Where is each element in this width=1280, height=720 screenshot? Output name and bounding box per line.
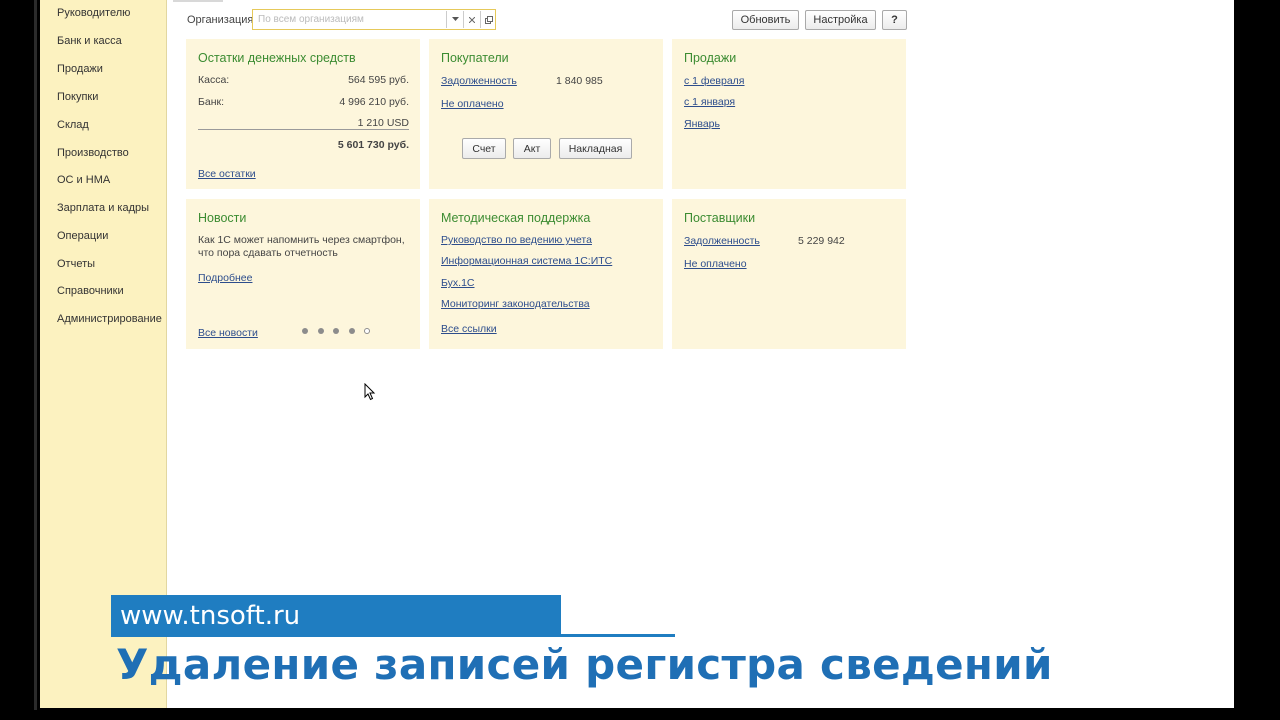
banner-underline — [561, 634, 675, 637]
panel-title: Покупатели — [441, 51, 509, 65]
news-page-dot[interactable] — [349, 328, 355, 334]
sales-panel: Продажи с 1 февраля с 1 января Январь — [672, 39, 906, 189]
organization-input[interactable] — [256, 12, 446, 27]
suppliers-unpaid-link[interactable]: Не оплачено — [684, 258, 747, 270]
suppliers-debt-link[interactable]: Задолженность — [684, 235, 760, 247]
sidebar-item-purchases[interactable]: Покупки — [57, 91, 98, 103]
news-more-link[interactable]: Подробнее — [198, 272, 252, 284]
sales-since-jan-link[interactable]: с 1 января — [684, 96, 735, 108]
panel-title: Продажи — [684, 51, 737, 65]
news-page-dot[interactable] — [333, 328, 339, 334]
sidebar-item-sales[interactable]: Продажи — [57, 63, 103, 75]
legislation-monitoring-link[interactable]: Мониторинг законодательства — [441, 298, 590, 310]
sidebar-item-bank-cash[interactable]: Банк и касса — [57, 35, 122, 47]
its-system-link[interactable]: Информационная система 1С:ИТС — [441, 255, 612, 267]
buh1c-link[interactable]: Бух.1С — [441, 277, 475, 289]
total-divider — [198, 129, 409, 130]
sidebar-item-fixed-assets[interactable]: ОС и НМА — [57, 174, 110, 186]
sidebar-item-payroll[interactable]: Зарплата и кадры — [57, 202, 149, 214]
organization-label: Организация: — [187, 14, 257, 26]
customers-unpaid-link[interactable]: Не оплачено — [441, 98, 504, 110]
panel-title: Методическая поддержка — [441, 211, 591, 225]
open-window-icon[interactable] — [480, 11, 497, 28]
all-balances-link[interactable]: Все остатки — [198, 168, 256, 180]
customers-debt-link[interactable]: Задолженность — [441, 75, 517, 87]
organization-field — [252, 9, 496, 30]
sidebar-item-warehouse[interactable]: Склад — [57, 119, 89, 131]
sidebar-item-administration[interactable]: Администрирование — [57, 313, 162, 325]
sidebar-item-manager[interactable]: Руководителю — [57, 7, 130, 19]
panel-title: Поставщики — [684, 211, 756, 225]
sidebar-item-operations[interactable]: Операции — [57, 230, 108, 242]
news-panel: Новости Как 1С может напомнить через сма… — [186, 199, 420, 349]
sales-since-feb-link[interactable]: с 1 февраля — [684, 75, 744, 87]
panel-title: Остатки денежных средств — [198, 51, 356, 65]
site-banner: www.tnsoft.ru — [111, 595, 561, 637]
all-links-link[interactable]: Все ссылки — [441, 323, 497, 335]
news-text-line1: Как 1С может напомнить через смартфон, — [198, 234, 405, 246]
tab-indicator — [173, 0, 223, 2]
window-edge — [34, 0, 37, 710]
news-page-dot-active[interactable] — [364, 328, 370, 334]
close-icon[interactable] — [463, 11, 480, 28]
panel-title: Новости — [198, 211, 247, 225]
cash-desk-value: 564 595 руб. — [348, 74, 409, 86]
news-text-line2: что пора сдавать отчетность — [198, 247, 338, 259]
customers-debt-value: 1 840 985 — [556, 75, 603, 87]
settings-button[interactable]: Настройка — [805, 10, 876, 30]
mouse-cursor-icon — [364, 383, 376, 401]
accounting-guide-link[interactable]: Руководство по ведению учета — [441, 234, 592, 246]
bank-value: 4 996 210 руб. — [339, 96, 409, 108]
suppliers-debt-value: 5 229 942 — [798, 235, 845, 247]
news-page-dot[interactable] — [302, 328, 308, 334]
support-panel: Методическая поддержка Руководство по ве… — [429, 199, 663, 349]
news-page-dot[interactable] — [318, 328, 324, 334]
chevron-down-icon[interactable] — [446, 11, 463, 28]
video-title: Удаление записей регистра сведений — [116, 640, 1053, 689]
sales-january-link[interactable]: Январь — [684, 118, 720, 130]
sidebar-item-production[interactable]: Производство — [57, 147, 129, 159]
usd-value: 1 210 USD — [357, 117, 409, 129]
help-button[interactable]: ? — [882, 10, 907, 30]
cash-balances-panel: Остатки денежных средств Касса: 564 595 … — [186, 39, 420, 189]
cash-desk-label: Касса: — [198, 74, 230, 86]
sidebar-item-reports[interactable]: Отчеты — [57, 258, 95, 270]
total-value: 5 601 730 руб. — [337, 139, 409, 151]
sidebar-item-directories[interactable]: Справочники — [57, 285, 124, 297]
all-news-link[interactable]: Все новости — [198, 327, 258, 339]
screen-border — [0, 0, 32, 720]
refresh-button[interactable]: Обновить — [732, 10, 799, 30]
suppliers-panel: Поставщики Задолженность 5 229 942 Не оп… — [672, 199, 906, 349]
act-button[interactable]: Акт — [513, 138, 551, 159]
waybill-button[interactable]: Накладная — [559, 138, 632, 159]
customers-panel: Покупатели Задолженность 1 840 985 Не оп… — [429, 39, 663, 189]
invoice-button[interactable]: Счет — [462, 138, 506, 159]
site-url: www.tnsoft.ru — [120, 601, 301, 631]
bank-label: Банк: — [198, 96, 225, 108]
